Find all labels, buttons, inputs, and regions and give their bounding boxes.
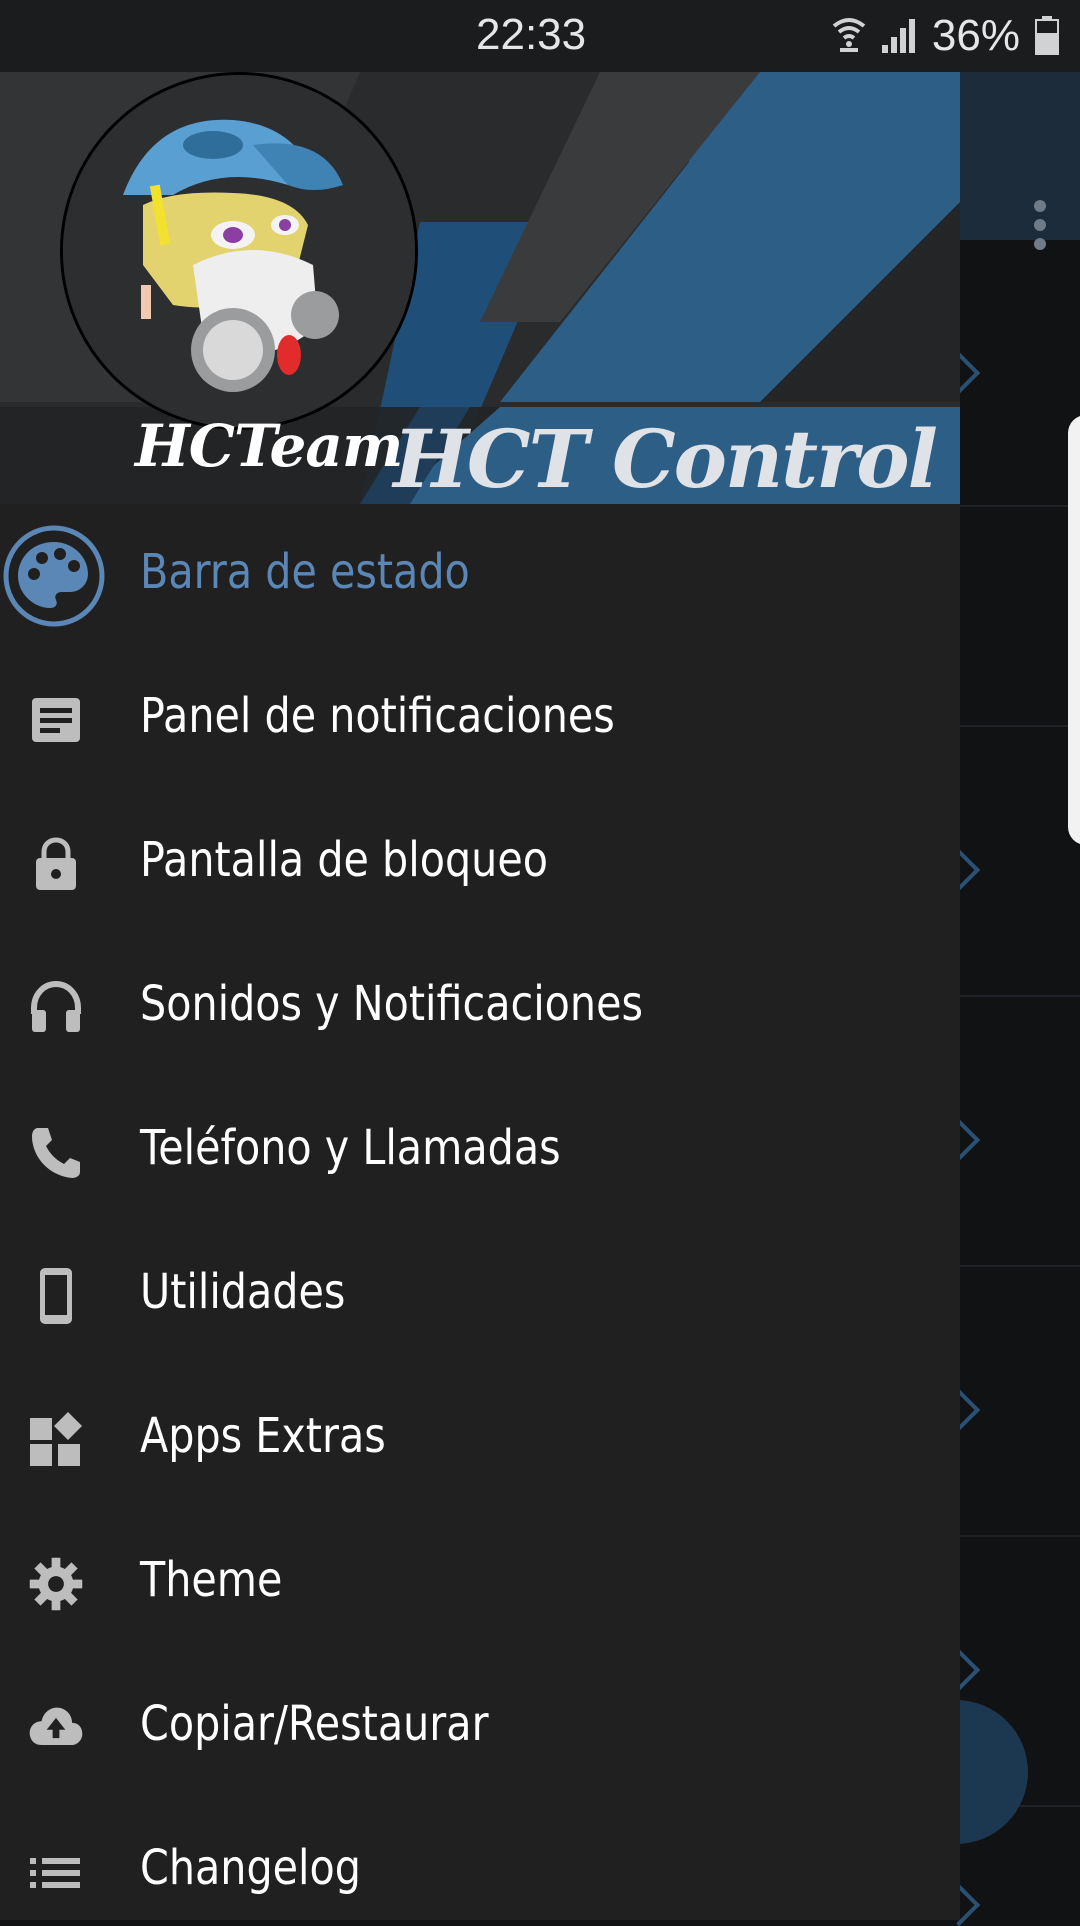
list-item[interactable] — [937, 240, 1080, 507]
widgets-icon — [28, 1412, 84, 1468]
list-icon — [28, 1844, 84, 1900]
notes-icon — [28, 692, 84, 748]
menu-item-label: Teléfono y Llamadas — [140, 1120, 561, 1176]
menu-item-label: Pantalla de bloqueo — [140, 832, 549, 888]
app-title: HCT Control — [393, 412, 938, 504]
list-item[interactable] — [937, 997, 1080, 1267]
team-label: HCTeam — [135, 412, 403, 480]
menu-item-theme[interactable]: Theme — [0, 1512, 960, 1656]
menu-item-label: Changelog — [140, 1840, 361, 1896]
menu-item-copiar-restaurar[interactable]: Copiar/Restaurar — [0, 1656, 960, 1800]
battery-icon — [1035, 16, 1059, 55]
menu-item-label: Sonidos y Notificaciones — [140, 976, 644, 1032]
phone-icon — [28, 1124, 84, 1180]
drawer-menu: Barra de estado Panel de notificaciones — [0, 504, 960, 1920]
menu-item-telefono-y-llamadas[interactable]: Teléfono y Llamadas — [0, 1080, 960, 1224]
navigation-drawer: HCTeam HCT Control Barra de estado Panel… — [0, 72, 960, 1920]
menu-item-sonidos-y-notificaciones[interactable]: Sonidos y Notificaciones — [0, 936, 960, 1080]
gear-icon — [28, 1556, 84, 1612]
mascot-image — [63, 75, 415, 427]
menu-item-label: Barra de estado — [140, 544, 470, 600]
menu-item-label: Utilidades — [140, 1264, 346, 1320]
headphones-icon — [28, 980, 84, 1036]
lock-icon — [28, 836, 84, 892]
list-item[interactable] — [960, 507, 1080, 727]
signal-icon — [881, 19, 915, 53]
status-bar: 22:33 36% — [0, 0, 1080, 72]
menu-item-label: Copiar/Restaurar — [140, 1696, 489, 1752]
menu-item-label: Panel de notificaciones — [140, 688, 615, 744]
menu-item-pantalla-de-bloqueo[interactable]: Pantalla de bloqueo — [0, 792, 960, 936]
menu-item-apps-extras[interactable]: Apps Extras — [0, 1368, 960, 1512]
status-time: 22:33 — [476, 10, 587, 59]
menu-item-label: Theme — [140, 1552, 283, 1608]
drawer-header: HCTeam HCT Control — [0, 72, 960, 504]
menu-item-panel-de-notificaciones[interactable]: Panel de notificaciones — [0, 648, 960, 792]
status-icons: 36% — [832, 10, 1060, 62]
avatar[interactable] — [60, 72, 418, 430]
menu-item-label: Apps Extras — [140, 1408, 386, 1464]
menu-item-changelog[interactable]: Changelog — [0, 1800, 960, 1920]
background-list — [937, 240, 1080, 1926]
cloud-upload-icon — [28, 1700, 84, 1756]
list-item[interactable] — [937, 727, 1080, 997]
palette-icon — [3, 525, 105, 627]
list-item[interactable] — [937, 1267, 1080, 1537]
menu-item-barra-de-estado[interactable]: Barra de estado — [0, 504, 960, 648]
smartphone-icon — [28, 1268, 84, 1324]
wifi-icon — [832, 18, 866, 52]
menu-item-utilidades[interactable]: Utilidades — [0, 1224, 960, 1368]
background-card — [1068, 415, 1080, 845]
battery-percentage: 36% — [931, 11, 1020, 60]
